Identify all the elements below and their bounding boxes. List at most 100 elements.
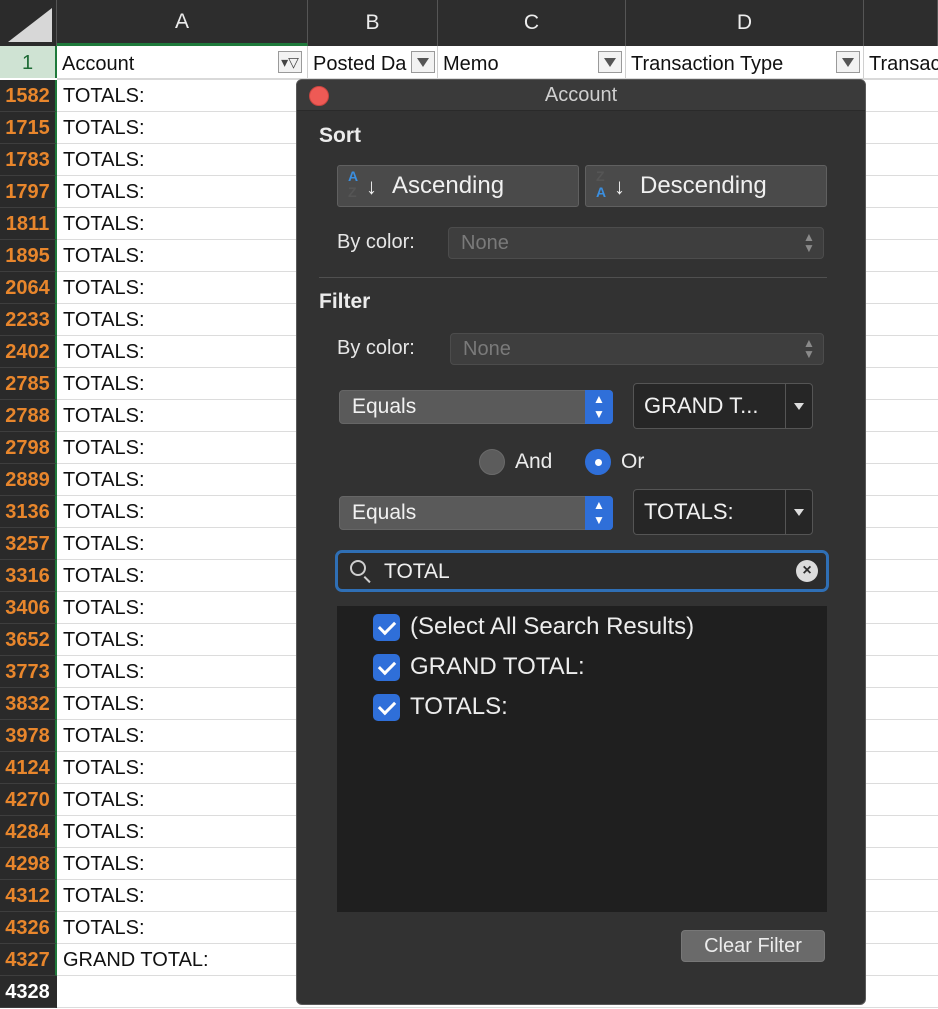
sort-az-icon: A Z ↓ xyxy=(348,168,377,200)
column-header-a[interactable]: A xyxy=(57,0,308,46)
sort-ascending-button[interactable]: A Z ↓ Ascending xyxy=(337,165,579,207)
clear-filter-button[interactable]: Clear Filter xyxy=(681,930,825,962)
condition1-operator-value: Equals xyxy=(352,395,417,418)
filter-active-button[interactable]: ▾▽ xyxy=(278,51,302,73)
column-header-d[interactable]: D xyxy=(626,0,864,46)
row-number[interactable]: 1582 xyxy=(0,80,57,112)
header-cell-label: Transaction Type xyxy=(631,53,784,75)
or-label: Or xyxy=(621,450,645,473)
column-header-e[interactable] xyxy=(864,0,938,46)
close-button[interactable] xyxy=(309,86,329,106)
chevron-down-icon xyxy=(604,57,616,67)
row-number[interactable]: 2064 xyxy=(0,272,57,304)
list-item-totals[interactable]: TOTALS: xyxy=(373,690,508,724)
search-field[interactable]: × xyxy=(335,550,829,592)
row-number[interactable]: 2889 xyxy=(0,464,57,496)
clear-circle-icon[interactable]: × xyxy=(796,560,818,582)
chevron-down-icon xyxy=(794,403,804,410)
condition2-value: TOTALS: xyxy=(644,499,734,524)
header-cell-label: Account xyxy=(62,53,135,75)
sort-descending-label: Descending xyxy=(640,172,767,199)
list-item-label: TOTALS: xyxy=(410,693,508,720)
row-number[interactable]: 2788 xyxy=(0,400,57,432)
sort-heading: Sort xyxy=(319,124,361,147)
checkmark-icon[interactable] xyxy=(373,613,400,641)
row-number[interactable]: 4327 xyxy=(0,944,57,976)
row-number[interactable]: 3257 xyxy=(0,528,57,560)
list-item-grand-total[interactable]: GRAND TOTAL: xyxy=(373,650,585,684)
row-number[interactable]: 3652 xyxy=(0,624,57,656)
row-number[interactable]: 4124 xyxy=(0,752,57,784)
row-number[interactable]: 1783 xyxy=(0,144,57,176)
or-radio[interactable] xyxy=(585,449,611,475)
header-cell-transaction-type[interactable]: Transaction Type xyxy=(626,46,864,78)
sort-by-color-label: By color: xyxy=(337,231,415,253)
updown-icon: ▲ ▼ xyxy=(803,336,815,361)
row-number[interactable]: 3136 xyxy=(0,496,57,528)
filter-values-list: (Select All Search Results) GRAND TOTAL:… xyxy=(337,606,827,912)
condition1-value: GRAND T... xyxy=(644,393,759,418)
updown-icon: ▲ ▼ xyxy=(585,390,613,424)
condition2-operator-value: Equals xyxy=(352,501,417,524)
row-number[interactable]: 4298 xyxy=(0,848,57,880)
column-header-c[interactable]: C xyxy=(438,0,626,46)
header-row: Account ▾▽ Posted Da Memo Transaction Ty… xyxy=(57,46,938,80)
filter-dropdown-button[interactable] xyxy=(411,51,435,73)
filter-funnel-icon: ▾▽ xyxy=(281,54,299,70)
filter-by-color-select[interactable]: None ▲ ▼ xyxy=(450,333,824,365)
chevron-down-icon xyxy=(842,57,854,67)
column-header-b[interactable]: B xyxy=(308,0,438,46)
row-number[interactable]: 2798 xyxy=(0,432,57,464)
header-cell-account[interactable]: Account xyxy=(57,46,308,78)
row-number[interactable]: 1715 xyxy=(0,112,57,144)
checkmark-icon[interactable] xyxy=(373,693,400,721)
header-cell-label: Memo xyxy=(443,53,499,75)
divider xyxy=(319,277,827,278)
sort-by-color-select[interactable]: None ▲ ▼ xyxy=(448,227,824,259)
header-cell-label: Transac xyxy=(869,53,938,75)
sort-by-color-value: None xyxy=(461,232,509,254)
condition1-operator-select[interactable]: Equals ▲ ▼ xyxy=(339,390,613,424)
and-label: And xyxy=(515,450,553,473)
list-item-select-all[interactable]: (Select All Search Results) xyxy=(373,610,694,644)
row-number[interactable]: 3978 xyxy=(0,720,57,752)
row-number[interactable]: 4284 xyxy=(0,816,57,848)
search-input[interactable] xyxy=(382,557,786,587)
filter-dropdown-button[interactable] xyxy=(836,51,860,73)
row-number[interactable]: 2402 xyxy=(0,336,57,368)
condition1-value-combobox[interactable]: GRAND T... xyxy=(633,383,813,429)
row-number[interactable]: 4328 xyxy=(0,976,57,1008)
select-all-corner[interactable] xyxy=(0,0,57,47)
row-number[interactable]: 1797 xyxy=(0,176,57,208)
row-number[interactable]: 1895 xyxy=(0,240,57,272)
sort-descending-button[interactable]: Z A ↓ Descending xyxy=(585,165,827,207)
chevron-down-icon xyxy=(794,509,804,516)
popover-title: Account xyxy=(297,80,865,111)
condition2-operator-select[interactable]: Equals ▲ ▼ xyxy=(339,496,613,530)
sort-za-icon: Z A ↓ xyxy=(596,168,625,200)
filter-by-color-value: None xyxy=(463,338,511,360)
row-number[interactable]: 3832 xyxy=(0,688,57,720)
row-number[interactable]: 2233 xyxy=(0,304,57,336)
row-number[interactable]: 3773 xyxy=(0,656,57,688)
row-number[interactable]: 3406 xyxy=(0,592,57,624)
sort-ascending-label: Ascending xyxy=(392,172,505,199)
row-number[interactable]: 2785 xyxy=(0,368,57,400)
checkmark-icon[interactable] xyxy=(373,653,400,681)
row-number-1[interactable]: 1 xyxy=(0,46,57,78)
row-number[interactable]: 1811 xyxy=(0,208,57,240)
updown-icon: ▲ ▼ xyxy=(585,496,613,530)
row-number[interactable]: 3316 xyxy=(0,560,57,592)
list-item-label: GRAND TOTAL: xyxy=(410,653,585,680)
filter-popover: Account Sort A Z ↓ Ascending Z A ↓ Descendin… xyxy=(296,79,866,1005)
row-number[interactable]: 4312 xyxy=(0,880,57,912)
header-cell-transaction[interactable]: Transac xyxy=(864,46,938,78)
row-number[interactable]: 4270 xyxy=(0,784,57,816)
and-radio[interactable] xyxy=(479,449,505,475)
condition2-value-combobox[interactable]: TOTALS: xyxy=(633,489,813,535)
filter-dropdown-button[interactable] xyxy=(598,51,622,73)
filter-heading: Filter xyxy=(319,290,371,313)
filter-by-color-label: By color: xyxy=(337,337,415,359)
row-number[interactable]: 4326 xyxy=(0,912,57,944)
chevron-down-icon xyxy=(417,57,429,67)
